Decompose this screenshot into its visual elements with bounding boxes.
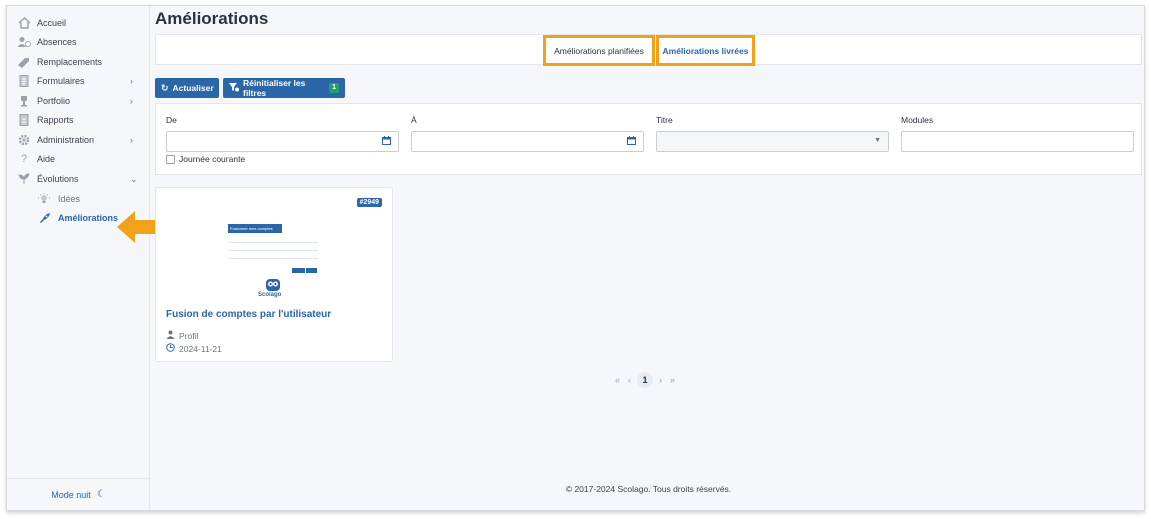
thumbnail-row [228,238,318,243]
calendar-icon [382,136,392,146]
thumbnail-row [228,246,318,251]
sidebar-item-label: Idées [58,194,81,204]
sidebar-item-label: Administration [37,135,95,145]
to-date-field[interactable] [411,131,644,152]
sidebar: Accueil Absences Remplacements Formulair… [7,6,150,510]
night-mode-label: Mode nuit [51,489,91,500]
sidebar-item-aide[interactable]: ? Aide [7,150,150,168]
card-module: Profil [166,330,198,341]
trophy-icon [17,94,31,108]
clock-icon [166,343,175,354]
sidebar-item-accueil[interactable]: Accueil [7,14,150,32]
owl-logo-icon [266,279,280,291]
refresh-icon: ↻ [161,82,169,93]
app-window: Accueil Absences Remplacements Formulair… [6,5,1145,511]
help-icon: ? [20,153,28,165]
prev-page-button[interactable]: ‹ [628,375,631,385]
sidebar-item-portfolio[interactable]: Portfolio › [7,92,150,110]
user-icon [166,330,175,341]
sidebar-item-label: Portfolio [37,96,71,106]
from-date-field[interactable] [166,131,399,152]
current-page[interactable]: 1 [637,372,654,388]
thumbnail-button [292,268,305,273]
refresh-button[interactable]: ↻ Actualiser [155,78,219,98]
sidebar-item-remplacements[interactable]: Remplacements [7,53,150,71]
sidebar-item-absences[interactable]: Absences [7,33,150,51]
chevron-down-icon: ▼ [874,137,881,144]
sidebar-item-label: Améliorations [58,213,119,223]
sidebar-item-rapports[interactable]: Rapports [7,111,150,129]
swap-icon [17,55,31,69]
form-icon [17,74,31,88]
night-mode-toggle[interactable]: Mode nuit ☾ [7,478,150,510]
report-icon [17,113,31,127]
sidebar-item-label: Remplacements [37,57,103,67]
sidebar-item-label: Formulaires [37,76,85,86]
ticket-badge: #2949 [356,198,382,207]
user-clock-icon [17,35,31,49]
gear-icon [17,133,31,147]
next-page-button[interactable]: › [659,375,662,385]
sidebar-item-label: Rapports [37,115,74,125]
sidebar-item-idees[interactable]: Idées [7,190,150,208]
chevron-down-icon: ⌄ [130,173,138,184]
title-label: Titre [656,115,673,125]
rocket-icon [37,211,51,225]
tab-planned[interactable]: Améliorations planifiées [543,35,655,66]
modules-field[interactable] [901,131,1134,152]
tab-delivered[interactable]: Améliorations livrées [656,35,755,66]
reset-filters-label: Réinitialiser les filtres [243,78,306,98]
thumbnail-button [306,268,317,273]
copyright-footer: © 2017-2024 Scolago. Tous droits réservé… [565,484,732,494]
chevron-right-icon: › [130,76,133,86]
card-title[interactable]: Fusion de comptes par l'utilisateur [166,309,331,320]
sidebar-item-evolutions[interactable]: Évolutions ⌄ [7,170,150,188]
sprout-icon [17,172,31,186]
calendar-icon [627,136,637,146]
sidebar-item-formulaires[interactable]: Formulaires › [7,72,150,90]
card-thumbnail: Fusionner mes comptes Scolago [228,224,320,300]
refresh-label: Actualiser [172,83,214,93]
page-title: Améliorations [155,9,269,28]
sidebar-item-label: Accueil [37,18,67,28]
home-icon [17,16,31,30]
modules-label: Modules [901,115,934,125]
filter-reset-icon [229,82,239,94]
sidebar-item-label: Aide [37,154,56,164]
date-label: 2024-11-21 [179,343,222,354]
logo-text: Scolago [258,292,282,298]
lightbulb-icon [37,192,51,206]
today-label: Journée courante [179,154,246,164]
chevron-right-icon: › [130,96,133,106]
thumbnail-header: Fusionner mes comptes [228,224,282,233]
to-label: À [411,115,417,125]
moon-icon: ☾ [96,489,106,500]
last-page-button[interactable]: » [670,375,675,385]
from-label: De [166,115,177,125]
sidebar-item-label: Évolutions [37,174,79,184]
thumbnail-row [228,254,318,259]
sidebar-item-label: Absences [37,37,77,47]
reset-filters-button[interactable]: Réinitialiser les filtres 1 [223,78,345,98]
sidebar-item-administration[interactable]: Administration › [7,131,150,149]
tabs-bar: Améliorations planifiées Améliorations l… [155,34,1142,66]
card-date: 2024-11-21 [166,343,222,354]
filters-panel: De À Titre ▼ Modules Journée courante [155,103,1142,175]
today-checkbox[interactable]: Journée courante [166,154,245,164]
filter-count-badge: 1 [329,83,339,93]
pagination: « ‹ 1 › » [611,372,679,388]
title-select[interactable]: ▼ [656,131,889,152]
improvement-card[interactable]: #2949 Fusionner mes comptes Scolago Fusi… [155,187,393,362]
module-label: Profil [179,330,199,341]
chevron-right-icon: › [130,135,133,145]
checkbox-box[interactable] [166,154,175,164]
first-page-button[interactable]: « [615,375,620,385]
